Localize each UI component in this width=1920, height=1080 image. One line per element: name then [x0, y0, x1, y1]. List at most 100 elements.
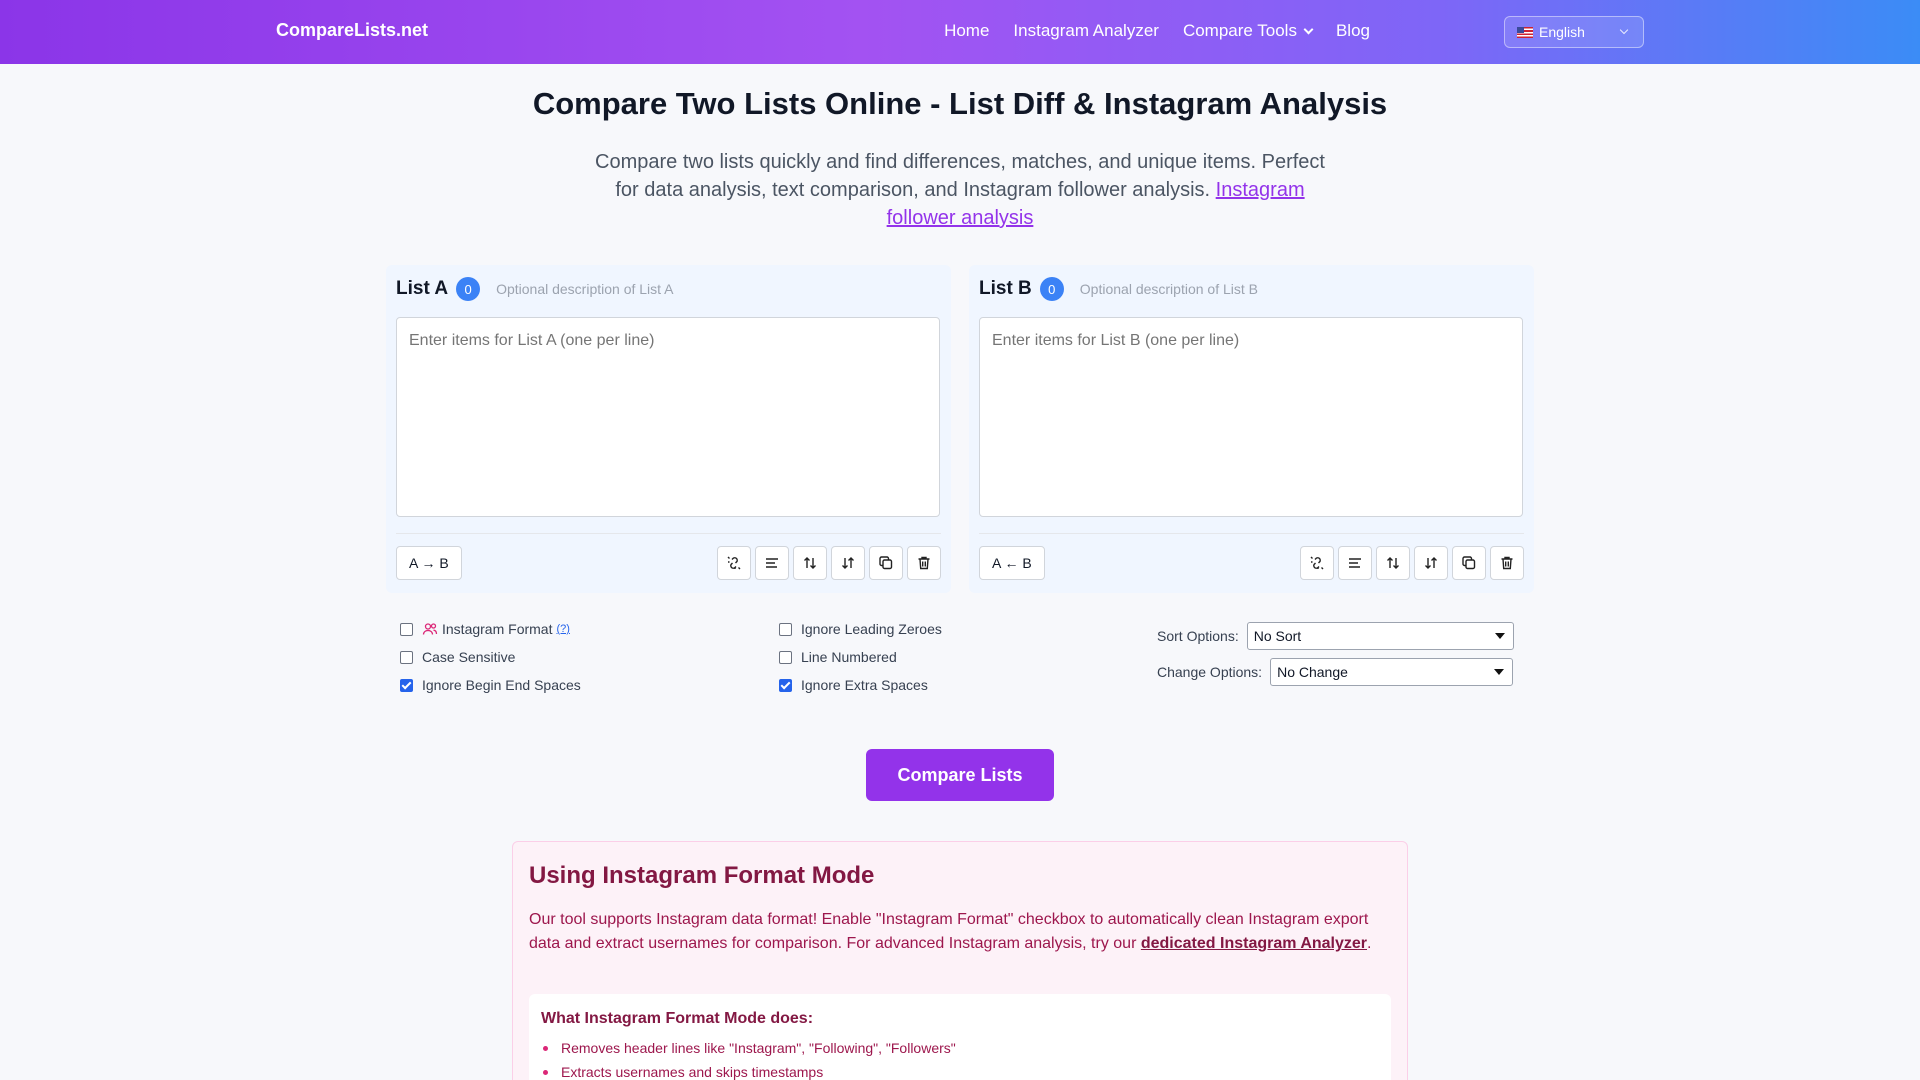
change-options-row: Change Options: No Change — [1157, 654, 1514, 690]
instagram-format-checkbox[interactable] — [400, 622, 413, 636]
caret-down-icon — [1494, 633, 1505, 639]
instagram-info-text: Our tool supports Instagram data format!… — [529, 911, 1372, 952]
transfer-b-to-a-button[interactable]: A ← B — [979, 546, 1045, 580]
divider — [396, 533, 941, 534]
instagram-analyzer-link[interactable]: dedicated Instagram Analyzer — [1141, 935, 1367, 952]
remove-duplicates-button[interactable] — [1300, 546, 1334, 580]
align-left-icon — [1349, 558, 1361, 568]
nav-link-instagram-analyzer[interactable]: Instagram Analyzer — [1013, 21, 1159, 41]
sort-options-value: No Sort — [1253, 628, 1302, 644]
list-item: Removes header lines like "Instagram", "… — [543, 1040, 956, 1064]
caret-down-icon — [1494, 669, 1505, 675]
instagram-format-label: Instagram Format — [442, 621, 553, 637]
nav-link-blog[interactable]: Blog — [1336, 21, 1370, 41]
change-options-select[interactable]: No Change — [1270, 658, 1514, 686]
option-instagram-format[interactable]: Instagram Format (?) — [400, 615, 581, 643]
options-column-3: Sort Options: No Sort Change Options: No… — [1157, 618, 1514, 690]
chevron-down-icon — [1619, 25, 1629, 35]
sort-icon — [1387, 557, 1399, 569]
clear-button[interactable] — [907, 546, 941, 580]
users-icon — [422, 623, 438, 635]
align-button[interactable] — [755, 546, 789, 580]
list-b-toolbar — [1300, 546, 1524, 580]
sort-options-row: Sort Options: No Sort — [1157, 618, 1514, 654]
language-select[interactable]: English — [1504, 16, 1644, 48]
link-break-icon — [727, 556, 741, 570]
compare-lists-button[interactable]: Compare Lists — [866, 749, 1054, 801]
list-a-textarea[interactable] — [396, 317, 940, 517]
list-b-textarea[interactable] — [979, 317, 1523, 517]
reverse-sort-icon — [842, 557, 854, 569]
case-sensitive-label: Case Sensitive — [422, 649, 516, 665]
instagram-features-card: What Instagram Format Mode does: Removes… — [529, 994, 1391, 1080]
option-ignore-begin-end-spaces[interactable]: Ignore Begin End Spaces — [400, 671, 581, 699]
sort-options-label: Sort Options: — [1157, 628, 1239, 644]
list-a-label: List A — [396, 278, 449, 299]
ignore-leading-zeroes-label: Ignore Leading Zeroes — [801, 621, 942, 637]
nav-links: Home Instagram Analyzer Compare Tools Bl… — [944, 21, 1370, 41]
page-title: Compare Two Lists Online - List Diff & I… — [532, 86, 1388, 121]
option-ignore-leading-zeroes[interactable]: Ignore Leading Zeroes — [779, 615, 942, 643]
options-column-1: Instagram Format (?) Case Sensitive Igno… — [400, 615, 581, 699]
option-ignore-extra-spaces[interactable]: Ignore Extra Spaces — [779, 671, 942, 699]
compare-tools-label: Compare Tools — [1182, 21, 1297, 40]
list-b-label: List B — [979, 278, 1032, 299]
instagram-info-title: Using Instagram Format Mode — [529, 862, 875, 889]
options-panel: Instagram Format (?) Case Sensitive Igno… — [386, 615, 1534, 710]
divider — [979, 533, 1524, 534]
instagram-format-help-link[interactable]: (?) — [556, 623, 569, 635]
transfer-a-to-b-button[interactable]: A → B — [396, 546, 462, 580]
option-case-sensitive[interactable]: Case Sensitive — [400, 643, 581, 671]
sort-options-select[interactable]: No Sort — [1246, 622, 1514, 650]
instagram-features-list: Removes header lines like "Instagram", "… — [543, 1040, 956, 1080]
copy-button[interactable] — [869, 546, 903, 580]
clear-button[interactable] — [1490, 546, 1524, 580]
list-a-toolbar — [717, 546, 941, 580]
list-b-description-input[interactable]: Optional description of List B — [1080, 281, 1258, 297]
top-navbar: CompareLists.net Home Instagram Analyzer… — [0, 0, 1920, 64]
list-a-count-badge: 0 — [456, 277, 481, 301]
reverse-sort-icon — [1425, 557, 1437, 569]
language-value: English — [1539, 24, 1585, 40]
instagram-format-info-box: Using Instagram Format Mode Our tool sup… — [512, 841, 1408, 1080]
change-options-value: No Change — [1277, 664, 1348, 680]
align-button[interactable] — [1338, 546, 1372, 580]
options-column-2: Ignore Leading Zeroes Line Numbered Igno… — [779, 615, 942, 699]
remove-duplicates-button[interactable] — [717, 546, 751, 580]
page-subtitle: Compare two lists quickly and find diffe… — [590, 148, 1330, 232]
brand-logo[interactable]: CompareLists.net — [276, 20, 428, 41]
copy-icon — [879, 556, 893, 570]
reverse-sort-button[interactable] — [1414, 546, 1448, 580]
list-b-header: List B 0 Optional description of List B — [979, 277, 1258, 301]
list-item: Extracts usernames and skips timestamps — [543, 1064, 956, 1080]
ignore-begin-end-spaces-label: Ignore Begin End Spaces — [422, 677, 581, 693]
ignore-extra-spaces-label: Ignore Extra Spaces — [801, 677, 928, 693]
nav-link-home[interactable]: Home — [944, 21, 989, 41]
line-numbered-checkbox[interactable] — [779, 650, 792, 664]
nav-link-compare-tools[interactable]: Compare Tools — [1182, 21, 1314, 41]
sort-button[interactable] — [1376, 546, 1410, 580]
change-options-label: Change Options: — [1157, 664, 1263, 680]
trash-icon — [918, 556, 930, 570]
instagram-features-title: What Instagram Format Mode does: — [541, 1010, 814, 1027]
line-numbered-label: Line Numbered — [801, 649, 897, 665]
sort-icon — [804, 557, 816, 569]
list-a-description-input[interactable]: Optional description of List A — [496, 281, 673, 297]
option-line-numbered[interactable]: Line Numbered — [779, 643, 942, 671]
chevron-down-icon — [1303, 24, 1314, 35]
ignore-extra-spaces-checkbox[interactable] — [779, 678, 792, 692]
copy-icon — [1462, 556, 1476, 570]
list-b-count-badge: 0 — [1039, 277, 1064, 301]
align-left-icon — [766, 558, 778, 568]
reverse-sort-button[interactable] — [831, 546, 865, 580]
case-sensitive-checkbox[interactable] — [400, 650, 413, 664]
list-a-header: List A 0 Optional description of List A — [396, 277, 674, 301]
ignore-leading-zeroes-checkbox[interactable] — [779, 622, 792, 636]
copy-button[interactable] — [1452, 546, 1486, 580]
sort-button[interactable] — [793, 546, 827, 580]
us-flag-icon — [1517, 26, 1533, 38]
trash-icon — [1501, 556, 1513, 570]
list-b-panel: List B 0 Optional description of List B … — [969, 265, 1534, 593]
link-break-icon — [1310, 556, 1324, 570]
ignore-begin-end-spaces-checkbox[interactable] — [400, 678, 413, 692]
